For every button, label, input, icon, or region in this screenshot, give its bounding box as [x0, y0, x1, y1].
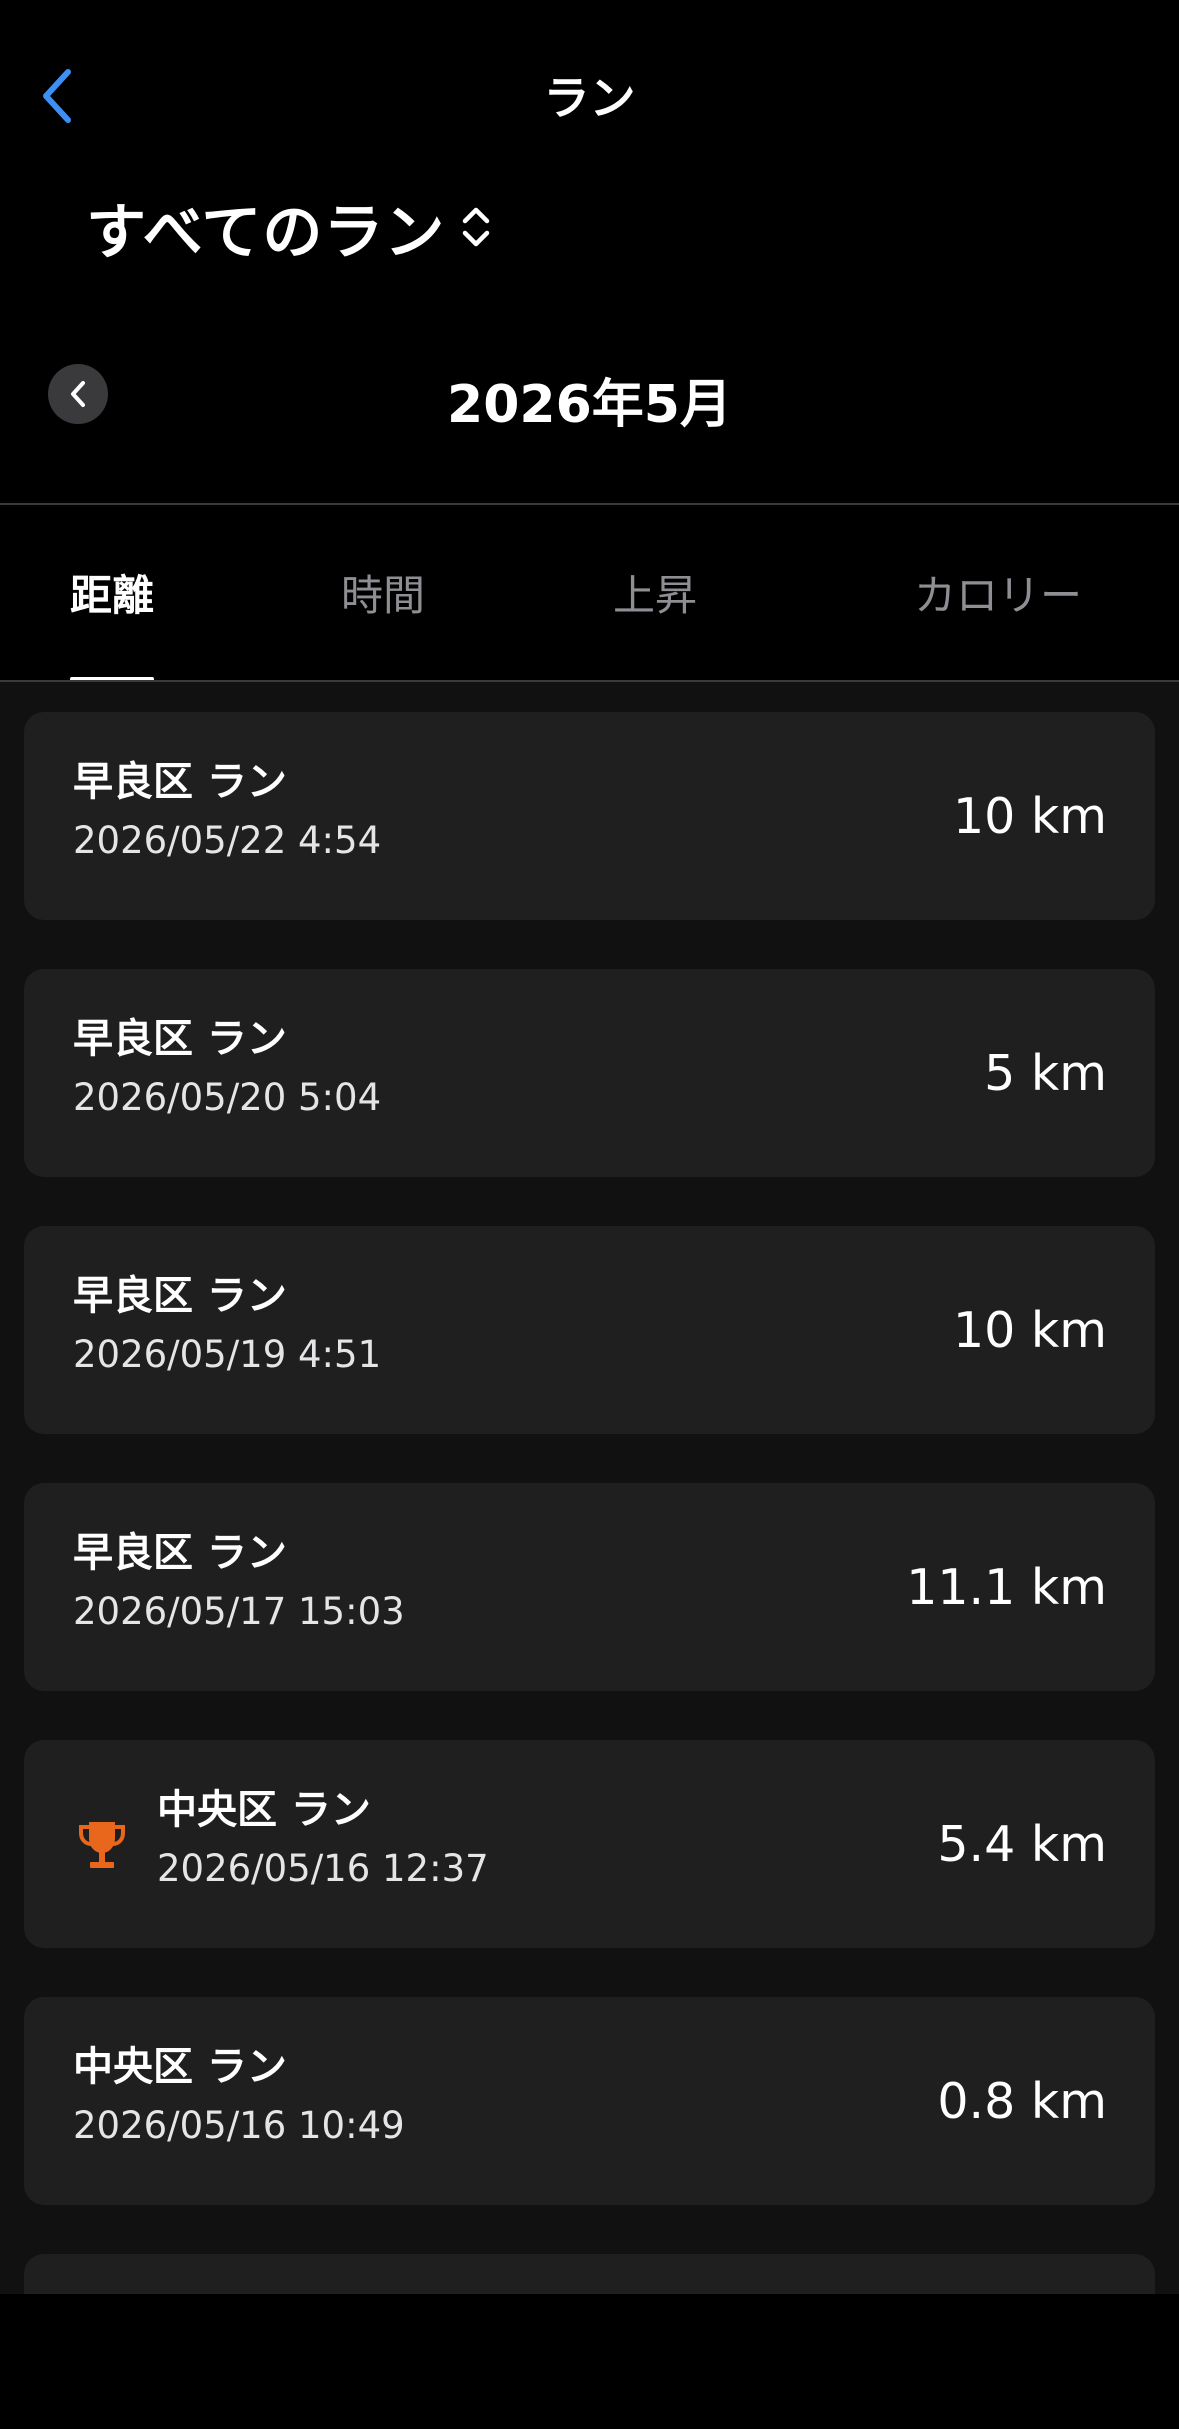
run-list: 早良区 ラン 2026/05/22 4:54 10 km 早良区 ラン 2026…	[0, 682, 1179, 2294]
run-title: 早良区 ラン	[73, 1016, 287, 1062]
trophy-icon	[79, 1822, 125, 1868]
run-distance: 5.4 km	[937, 1815, 1107, 1873]
tab-calories[interactable]: カロリー	[900, 505, 1096, 680]
tab-label: 距離	[70, 571, 155, 620]
run-date: 2026/05/22 4:54	[73, 819, 382, 862]
run-list-item[interactable]: 早良区 ラン 2026/05/17 15:03 11.1 km	[24, 1483, 1155, 1691]
tab-label: 時間	[340, 571, 425, 620]
month-navigator: 2026年5月	[0, 352, 1179, 438]
run-title: 早良区 ラン	[73, 1273, 287, 1319]
run-list-item[interactable]: 早良区 ラン 2026/05/20 5:04 5 km	[24, 969, 1155, 1177]
run-distance: 10 km	[952, 1301, 1107, 1359]
metric-tabs: 距離 時間 上昇 カロリー	[0, 505, 1179, 682]
run-list-item[interactable]: 中央区 ラン 2026/05/16 10:49 0.8 km	[24, 1997, 1155, 2205]
filter-label: すべてのラン	[86, 197, 446, 268]
tab-label: 上昇	[612, 571, 697, 620]
run-date: 2026/05/16 10:49	[73, 2104, 405, 2147]
bottom-safe-area	[0, 2294, 1179, 2429]
tab-time[interactable]: 時間	[330, 505, 436, 680]
run-list-item[interactable]: 早良区 ラン 2026/05/22 4:54 10 km	[24, 712, 1155, 920]
run-title: 早良区 ラン	[73, 759, 287, 805]
tab-label: カロリー	[913, 571, 1082, 620]
run-distance: 10 km	[952, 787, 1107, 845]
run-list-item[interactable]: 早良区 ラン 2026/05/19 4:51 10 km	[24, 1226, 1155, 1434]
page-title: ラン	[543, 71, 636, 125]
run-distance: 11.1 km	[906, 1558, 1107, 1616]
run-distance: 5 km	[984, 1044, 1107, 1102]
run-date: 2026/05/17 15:03	[73, 1590, 405, 1633]
run-distance: 0.8 km	[937, 2072, 1107, 2130]
up-down-chevron-icon	[459, 204, 493, 250]
run-title: 中央区 ラン	[73, 2044, 287, 2090]
activity-filter-dropdown[interactable]: すべてのラン	[86, 182, 493, 272]
run-list-item[interactable]: 中央区 ラン 2026/05/16 12:37 5.4 km	[24, 1740, 1155, 1948]
run-date: 2026/05/20 5:04	[73, 1076, 382, 1119]
month-label: 2026年5月	[447, 375, 732, 435]
run-date: 2026/05/19 4:51	[73, 1333, 382, 1376]
run-date: 2026/05/16 12:37	[157, 1847, 489, 1890]
run-title: 早良区 ラン	[73, 1530, 287, 1576]
tab-elevation[interactable]: 上昇	[602, 505, 708, 680]
run-list-item-partial[interactable]	[24, 2254, 1155, 2294]
run-history-screen: ラン すべてのラン 2026年5月 距離 時間 上昇 カロリー 早良区 ラン 2…	[0, 0, 1179, 2429]
tab-distance[interactable]: 距離	[70, 505, 155, 682]
run-title: 中央区 ラン	[157, 1787, 371, 1833]
